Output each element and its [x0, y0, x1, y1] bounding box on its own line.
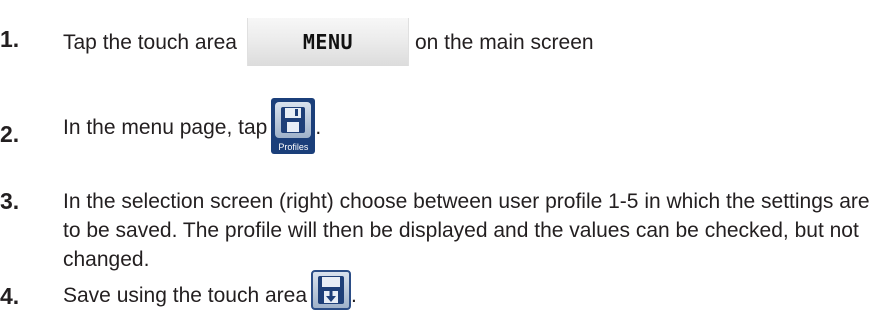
step-number: 3. [0, 188, 20, 214]
step-number: 2. [0, 121, 20, 147]
menu-button[interactable]: MENU [246, 18, 409, 66]
step-text-after: on the main screen [414, 30, 594, 54]
profiles-floppy-icon[interactable]: Profiles [271, 98, 316, 154]
save-floppy-arrow-icon[interactable] [311, 270, 352, 310]
step-text: In the selection screen (right) choose b… [63, 190, 870, 271]
step-text: Tap the touch area MENU on the main screen [63, 18, 594, 66]
step-number: 4. [0, 283, 20, 309]
floppy-icon-face [275, 102, 312, 138]
step-text: Save using the touch area . [63, 270, 357, 310]
step-text-after: . [351, 284, 357, 307]
step-text-before: In the menu page, tap [63, 116, 268, 139]
step-text-before: Save using the touch area [63, 284, 308, 307]
step-text-after: . [315, 116, 322, 139]
step-text: In the menu page, tap Profiles . [63, 98, 321, 154]
step-number: 1. [0, 26, 20, 52]
step-text-before: Tap the touch area [63, 30, 237, 54]
profiles-caption: Profiles [278, 142, 309, 152]
